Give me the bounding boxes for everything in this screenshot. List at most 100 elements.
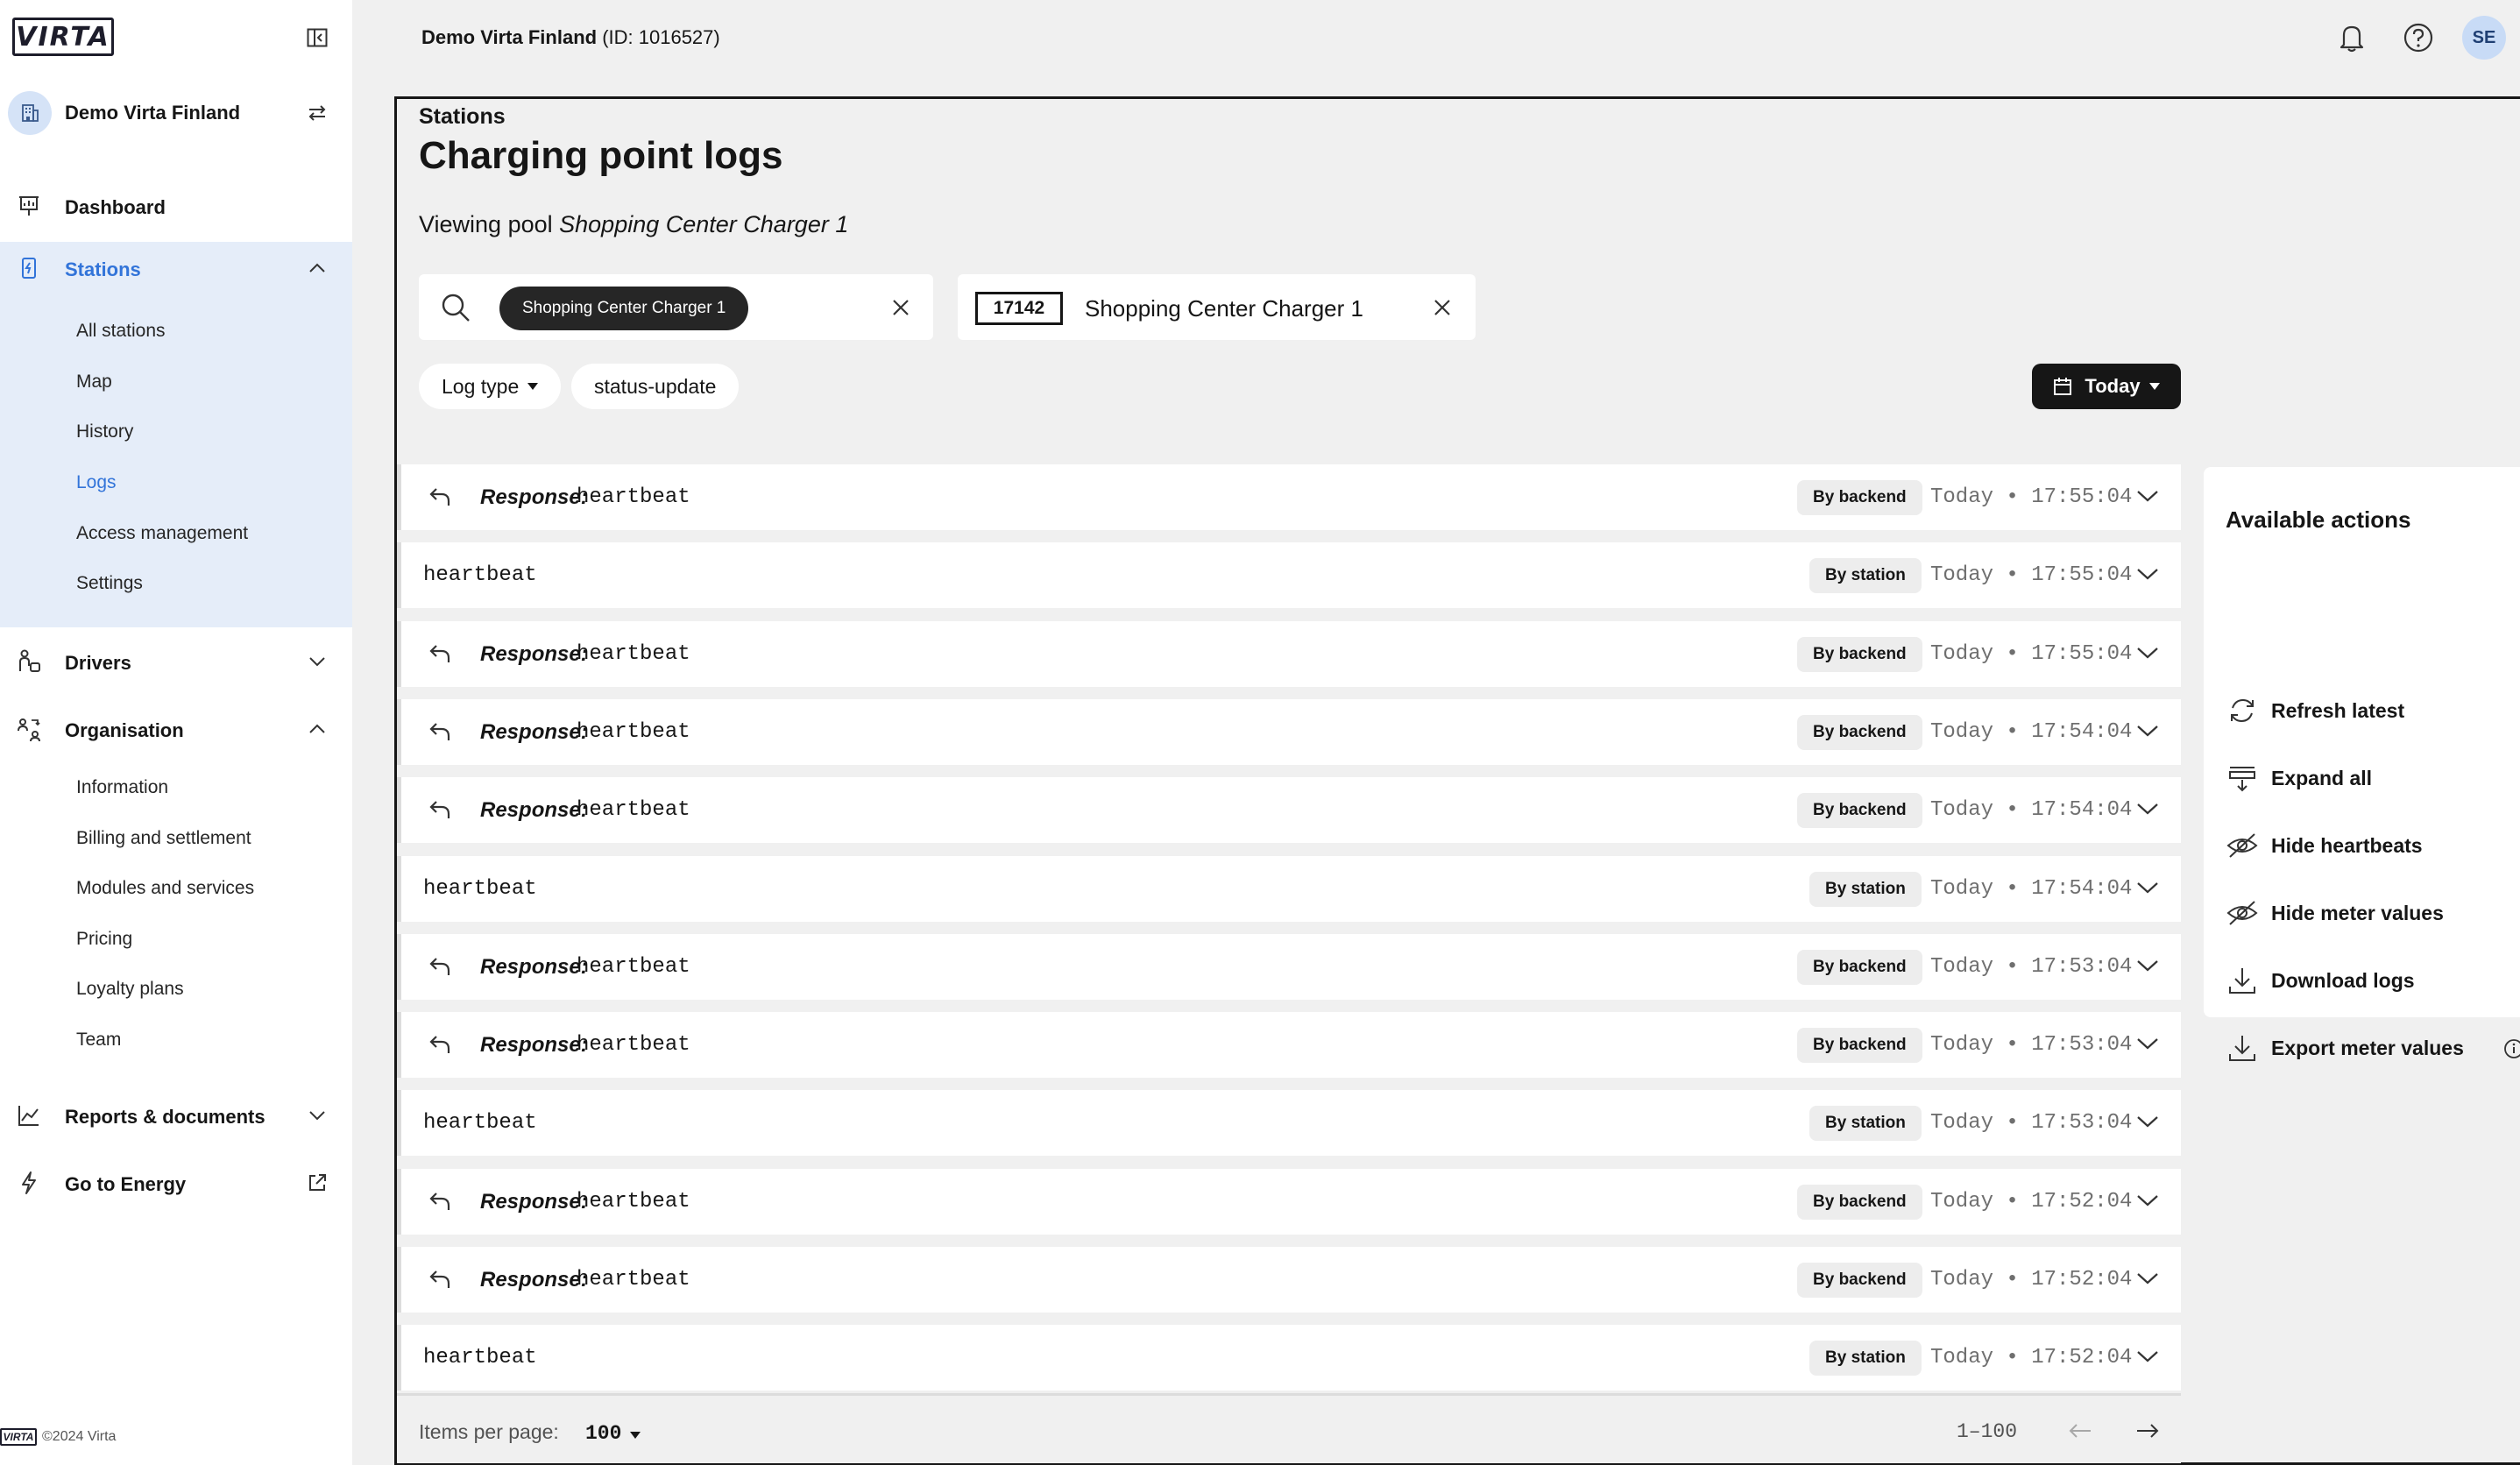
nav-drivers[interactable]: Drivers [0,635,352,688]
log-row[interactable]: Response: heartbeat By backend Today • 17:5… [397,777,2181,844]
switch-arrows-icon[interactable] [305,102,329,124]
chevron-down-icon[interactable] [2134,560,2162,588]
chevron-down-icon[interactable] [2134,1186,2162,1214]
chevron-down-icon[interactable] [2134,795,2162,823]
sidebar-item-settings[interactable]: Settings [76,573,143,594]
help-icon[interactable] [2401,20,2436,55]
top-header: Demo Virta Finland (ID: 1016527) SE [352,0,2520,75]
sidebar-item-logs[interactable]: Logs [76,472,117,493]
date-picker-button[interactable]: Today [2032,364,2181,409]
nav-dashboard-label: Dashboard [65,196,166,218]
log-message: heartbeat [577,1268,690,1292]
source-badge: By station [1809,871,1922,907]
chevron-down-icon[interactable] [2134,482,2162,510]
log-message: heartbeat [423,1111,537,1136]
response-label: Response: [480,1268,588,1292]
sidebar-item-history[interactable]: History [76,421,133,442]
chevron-down-icon[interactable] [2134,1108,2162,1136]
sidebar-item-map[interactable]: Map [76,372,112,393]
chevron-down-icon[interactable] [307,651,328,672]
nav-stations[interactable]: Stations [0,242,352,294]
log-time: Today • 17:53:04 [1930,1111,2133,1136]
chevron-up-icon[interactable] [307,718,328,740]
chevron-down-icon[interactable] [2134,1342,2162,1370]
chevron-down-icon[interactable] [2134,1030,2162,1058]
viewing-pool: Viewing pool Shopping Center Charger 1 [419,211,848,238]
status-update-filter[interactable]: status-update [571,364,740,409]
nav-energy[interactable]: Go to Energy [0,1157,352,1209]
nav-dashboard[interactable]: Dashboard [0,180,352,232]
sidebar-item-team[interactable]: Team [76,1030,121,1051]
response-label: Response: [480,719,588,744]
sidebar-item-pricing[interactable]: Pricing [76,929,132,950]
arrow-left-icon[interactable] [2066,1417,2094,1445]
actions-title: Available actions [2226,506,2411,533]
log-time: Today • 17:54:04 [1930,876,2133,901]
export-meter-values-button[interactable]: Export meter values [2226,1030,2520,1065]
sidebar-item-billing[interactable]: Billing and settlement [76,828,251,849]
nav-reports-label: Reports & documents [65,1106,265,1128]
log-message: heartbeat [423,876,537,901]
refresh-latest-button[interactable]: Refresh latest [2226,693,2520,728]
info-icon[interactable] [2503,1038,2520,1059]
sidebar-item-loyalty-plans[interactable]: Loyalty plans [76,979,184,1000]
response-label: Response: [480,798,588,823]
chevron-down-icon[interactable] [2134,952,2162,980]
log-row[interactable]: Response: heartbeat By backend Today • 17:5… [397,1247,2181,1313]
log-row[interactable]: Response: heartbeat By backend Today • 17:5… [397,698,2181,765]
reply-arrow-icon [429,488,450,506]
caret-down-icon [2148,383,2160,390]
chevron-up-icon[interactable] [307,258,328,279]
chevron-down-icon[interactable] [2134,639,2162,667]
nav-organisation[interactable]: Organisation [0,703,352,755]
log-row[interactable]: Response: heartbeat By backend Today • 17:5… [397,1012,2181,1079]
station-filter[interactable]: 17142 Shopping Center Charger 1 [958,274,1476,340]
log-row[interactable]: heartbeat By station Today • 17:52:04 [397,1325,2181,1391]
reply-arrow-icon [429,1192,450,1210]
log-row[interactable]: Response: heartbeat By backend Today • 17:5… [397,620,2181,687]
search-chip[interactable]: Shopping Center Charger 1 [499,287,749,330]
external-link-icon[interactable] [307,1172,328,1193]
chevron-down-icon[interactable] [2134,1264,2162,1292]
log-message: heartbeat [577,1033,690,1058]
source-badge: By backend [1797,793,1922,829]
sidebar-item-access-management[interactable]: Access management [76,523,248,544]
log-row[interactable]: Response: heartbeat By backend Today • 17:5… [397,1168,2181,1235]
bell-icon[interactable] [2334,20,2369,55]
station-id-badge: 17142 [975,292,1063,325]
log-row[interactable]: heartbeat By station Today • 17:54:04 [397,855,2181,922]
station-name: Shopping Center Charger 1 [1085,295,1363,322]
items-per-page-select[interactable]: 100 [585,1420,641,1445]
download-logs-button[interactable]: Download logs [2226,963,2520,998]
organization-switcher[interactable]: Demo Virta Finland [0,91,352,135]
log-row[interactable]: Response: heartbeat By backend Today • 17:5… [397,933,2181,1000]
expand-all-button[interactable]: Expand all [2226,761,2520,796]
log-row[interactable]: heartbeat By station Today • 17:53:04 [397,1090,2181,1157]
log-row[interactable]: Response: heartbeat By backend Today • 17:5… [397,464,2181,530]
search-input[interactable]: Shopping Center Charger 1 [419,274,933,340]
close-icon[interactable] [888,294,914,321]
building-icon [8,91,52,135]
sidebar-item-information[interactable]: Information [76,777,168,798]
hide-heartbeats-button[interactable]: Hide heartbeats [2226,828,2520,863]
user-avatar[interactable]: SE [2462,16,2506,60]
collapse-sidebar-icon[interactable] [305,26,329,49]
chevron-down-icon[interactable] [307,1105,328,1126]
sidebar-item-modules[interactable]: Modules and services [76,878,254,899]
sidebar-item-all-stations[interactable]: All stations [76,321,166,342]
chevron-down-icon[interactable] [2134,717,2162,745]
sidebar: VIRTA Demo Virta Finland Dashboard Stati… [0,0,352,1465]
log-type-dropdown[interactable]: Log type [419,364,562,409]
virta-logo[interactable]: VIRTA [12,18,114,56]
hide-heartbeats-label: Hide heartbeats [2271,833,2423,857]
chevron-down-icon[interactable] [2134,874,2162,902]
arrow-right-icon[interactable] [2134,1417,2162,1445]
close-icon[interactable] [1429,294,1455,321]
nav-reports[interactable]: Reports & documents [0,1089,352,1142]
source-badge: By backend [1797,1028,1922,1064]
hide-meter-values-button[interactable]: Hide meter values [2226,895,2520,931]
breadcrumb[interactable]: Stations [419,104,506,130]
log-message: heartbeat [577,641,690,666]
log-row[interactable]: heartbeat By station Today • 17:55:04 [397,542,2181,609]
download-icon [2226,1031,2259,1065]
